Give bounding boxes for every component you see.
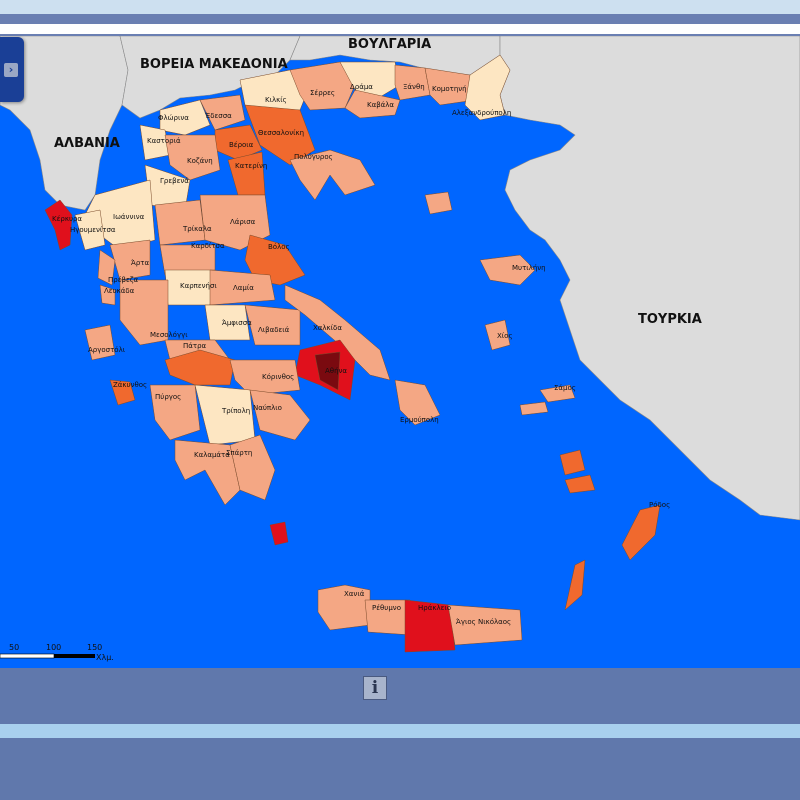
top-strip: [0, 0, 800, 14]
city-label: Χαλκίδα: [313, 324, 342, 332]
city-label: Λάρισα: [230, 218, 256, 226]
city-label: Πολύγυρος: [294, 153, 333, 161]
city-label: Γρεβενά: [160, 177, 189, 185]
sidebar-toggle-tab[interactable]: ›: [0, 37, 24, 102]
city-label: Κέρκυρα: [52, 215, 82, 223]
top-toolbar-band: [0, 14, 800, 24]
city-label: Ναύπλιο: [253, 404, 282, 412]
region-limnos: [424, 191, 453, 215]
scale-tick-label: 150: [87, 643, 102, 652]
city-label: Ρόδος: [649, 501, 670, 509]
city-label: Αργοστόλι: [88, 346, 126, 354]
info-button[interactable]: i: [363, 676, 387, 700]
chevron-right-icon[interactable]: ›: [4, 63, 18, 77]
city-label: Κόρινθος: [262, 373, 294, 381]
city-label: Έδεσσα: [204, 112, 232, 120]
country-label-albania: ΑΛΒΑΝΙΑ: [54, 136, 120, 151]
city-label: Σπάρτη: [226, 449, 252, 457]
city-label: Καβάλα: [367, 101, 394, 109]
region-livadeia: [244, 304, 301, 346]
scale-segment-dark: [54, 654, 95, 658]
city-label: Λαμία: [233, 284, 254, 292]
city-label: Αλεξανδρούπολη: [452, 109, 511, 117]
city-label: Ηράκλειο: [418, 604, 451, 612]
city-label: Ξάνθη: [403, 83, 425, 91]
city-label: Πύργος: [155, 393, 181, 401]
city-label: Μυτιλήνη: [512, 264, 546, 272]
country-label-north-macedonia: ΒΟΡΕΙΑ ΜΑΚΕΔΟΝΙΑ: [140, 57, 288, 72]
city-label: Χίος: [497, 332, 513, 340]
scale-unit: Χλμ.: [96, 653, 114, 662]
top-gap: [0, 24, 800, 34]
city-label: Σάμος: [554, 384, 576, 392]
map-view[interactable]: ΑΛΒΑΝΙΑ ΒΟΡΕΙΑ ΜΑΚΕΔΟΝΙΑ ΒΟΥΛΓΑΡΙΑ ΤΟΥΡΚ…: [0, 34, 800, 668]
bottom-panel: [0, 668, 800, 724]
city-label: Σέρρες: [310, 89, 335, 97]
city-label: Ιωάννινα: [113, 213, 145, 221]
city-label: Καρπενήσι: [180, 282, 217, 290]
city-label: Μεσολόγγι: [150, 331, 188, 339]
city-label: Δράμα: [350, 83, 373, 91]
city-label: Ζάκυνθος: [113, 381, 147, 389]
city-label: Κιλκίς: [265, 96, 287, 104]
city-label: Χανιά: [344, 590, 365, 598]
city-label: Άμφισσα: [222, 319, 252, 327]
scale-tick-label: 50: [9, 643, 19, 652]
city-label: Κοζάνη: [187, 157, 213, 165]
bottom-strip: [0, 724, 800, 738]
city-label: Πρέβεζα: [108, 276, 139, 284]
city-label: Άρτα: [131, 259, 150, 267]
city-label: Τρίπολη: [221, 407, 250, 415]
region-trikala: [154, 199, 206, 246]
city-label: Πάτρα: [183, 342, 207, 350]
scale-segment-light: [0, 653, 55, 659]
city-label: Κομοτηνή: [432, 85, 467, 93]
scale-tick-label: 100: [46, 643, 61, 652]
country-label-turkey: ΤΟΥΡΚΙΑ: [638, 312, 702, 327]
map-svg[interactable]: ΑΛΒΑΝΙΑ ΒΟΡΕΙΑ ΜΑΚΕΔΟΝΙΑ ΒΟΥΛΓΑΡΙΑ ΤΟΥΡΚ…: [0, 36, 800, 668]
city-label: Κατερίνη: [235, 162, 267, 170]
city-label: Ερμούπολη: [400, 416, 439, 424]
city-label: Αθήνα: [325, 367, 347, 375]
bottom-area: [0, 738, 800, 800]
city-label: Λιβαδειά: [258, 326, 290, 334]
city-label: Καλαμάτα: [194, 451, 230, 459]
city-label: Λευκάδα: [104, 287, 135, 295]
city-label: Ρέθυμνο: [372, 604, 401, 612]
city-label: Βέροια: [229, 141, 254, 149]
city-label: Καρδίτσα: [191, 242, 225, 250]
city-label: Βόλος: [268, 243, 290, 251]
city-label: Φλώρινα: [158, 114, 189, 122]
country-label-bulgaria: ΒΟΥΛΓΑΡΙΑ: [348, 37, 431, 52]
city-label: Ηγουμενίτσα: [70, 226, 116, 234]
city-label: Άγιος Νικόλαος: [456, 618, 511, 626]
city-label: Καστοριά: [147, 137, 181, 145]
city-label: Τρίκαλα: [182, 225, 212, 233]
city-label: Θεσσαλονίκη: [258, 129, 304, 137]
